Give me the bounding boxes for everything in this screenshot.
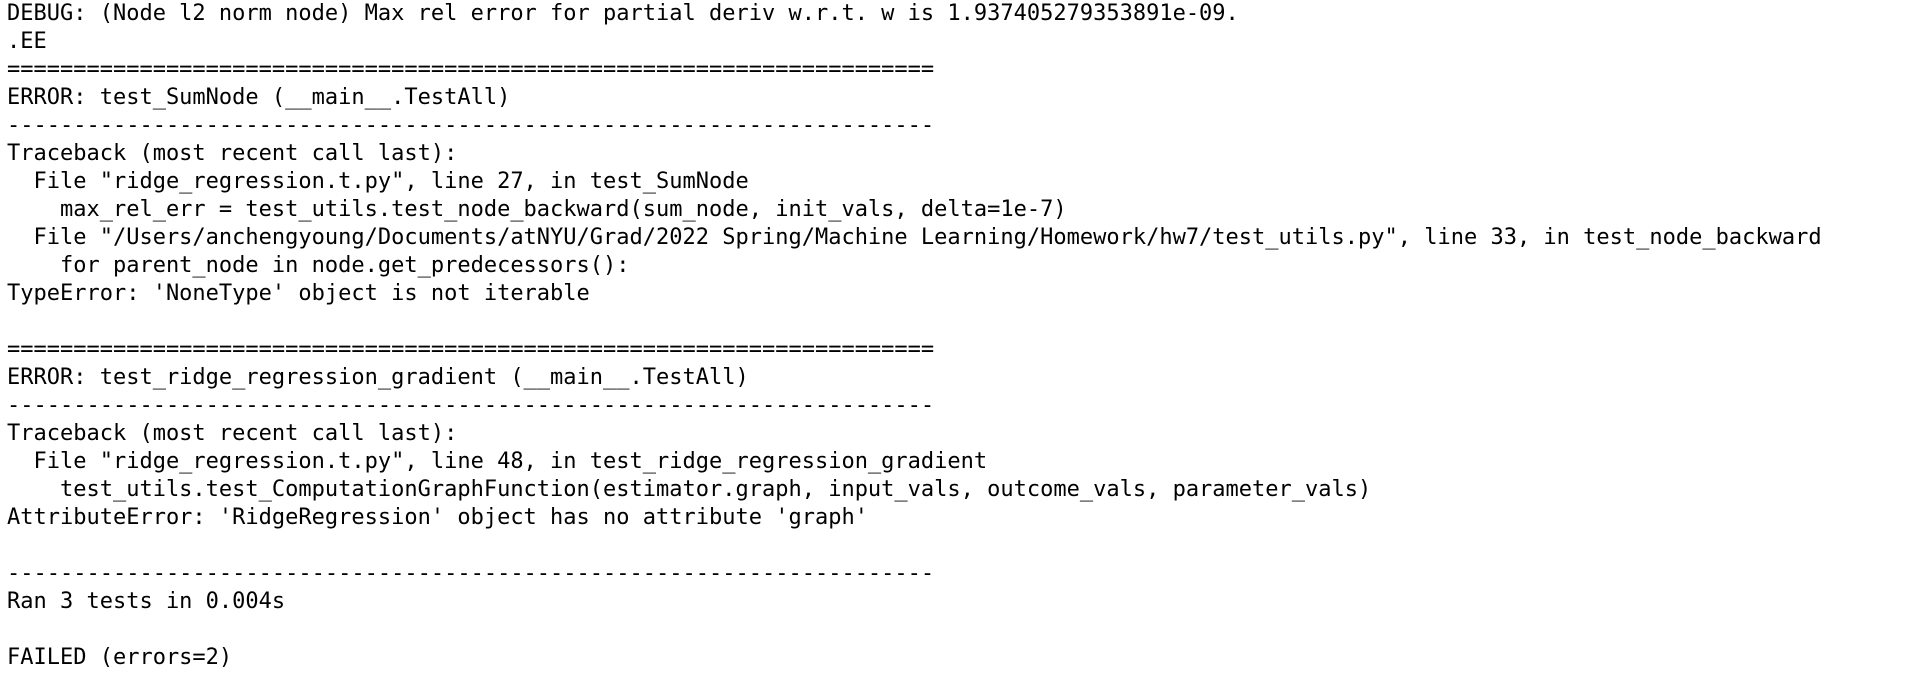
separator-double: ========================================… (7, 57, 935, 82)
test-progress-line: .EE (7, 29, 47, 54)
separator-single: ----------------------------------------… (7, 113, 935, 138)
test-summary-line: Ran 3 tests in 0.004s (7, 589, 286, 614)
error-header-ridge-gradient: ERROR: test_ridge_regression_gradient (_… (7, 365, 749, 390)
traceback-header: Traceback (most recent call last): (7, 141, 458, 166)
traceback-code-line: test_utils.test_ComputationGraphFunction… (7, 477, 1372, 502)
traceback-header: Traceback (most recent call last): (7, 421, 458, 446)
exception-message: TypeError: 'NoneType' object is not iter… (7, 281, 590, 306)
separator-single: ----------------------------------------… (7, 561, 935, 586)
separator-double: ========================================… (7, 337, 935, 362)
traceback-file-line: File "ridge_regression.t.py", line 48, i… (7, 449, 988, 474)
traceback-file-line: File "/Users/anchengyoung/Documents/atNY… (7, 225, 1822, 250)
debug-line: DEBUG: (Node l2 norm node) Max rel error… (7, 1, 1239, 26)
terminal-output[interactable]: DEBUG: (Node l2 norm node) Max rel error… (0, 0, 1930, 674)
traceback-code-line: max_rel_err = test_utils.test_node_backw… (7, 197, 1067, 222)
separator-single: ----------------------------------------… (7, 393, 935, 418)
failed-status-line: FAILED (errors=2) (7, 645, 233, 670)
exception-message: AttributeError: 'RidgeRegression' object… (7, 505, 868, 530)
traceback-file-line: File "ridge_regression.t.py", line 27, i… (7, 169, 749, 194)
traceback-code-line: for parent_node in node.get_predecessors… (7, 253, 630, 278)
error-header-sumnode: ERROR: test_SumNode (__main__.TestAll) (7, 85, 511, 110)
